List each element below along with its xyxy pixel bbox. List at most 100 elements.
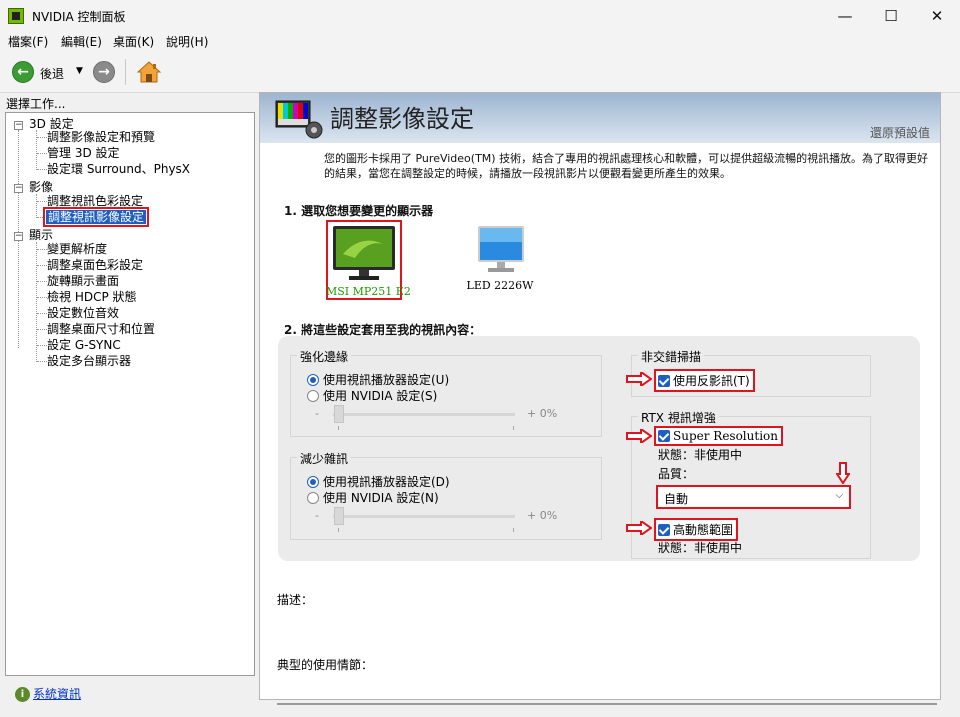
rtx-video-title: RTX 視訊增強 — [638, 409, 719, 426]
noise-use-nvidia-radio[interactable]: 使用 NVIDIA 設定(N) — [307, 489, 439, 506]
tree-line — [36, 130, 37, 170]
title-bar: NVIDIA 控制面板 — ☐ ✕ — [0, 0, 960, 31]
noise-reduction-title: 減少雜訊 — [297, 450, 352, 467]
tree-line — [36, 194, 37, 218]
tree-item-video-color[interactable]: 調整視訊色彩設定 — [47, 194, 143, 208]
settings-area: 強化邊緣 使用視訊播放器設定(U) 使用 NVIDIA 設定(S) - + 0%… — [278, 336, 920, 561]
hdr-checkbox[interactable]: 高動態範圍 — [654, 518, 739, 541]
quality-select[interactable]: 自動 ⌵ — [656, 485, 851, 509]
tree-line — [36, 242, 37, 362]
system-info-icon[interactable]: i — [15, 687, 30, 702]
tree-item-video[interactable]: 影像 — [29, 180, 53, 194]
collapse-toggle-icon[interactable]: − — [14, 121, 23, 130]
red-down-arrow-icon — [836, 462, 850, 484]
description-label: 描述： — [277, 593, 314, 607]
tree-item-video-image[interactable]: 調整視訊影像設定 — [42, 207, 150, 227]
red-arrow-icon — [626, 372, 652, 386]
checkbox-checked-icon — [658, 375, 670, 387]
edge-slider-track[interactable] — [333, 413, 515, 416]
window-title: NVIDIA 控制面板 — [32, 10, 126, 24]
noise-use-player-label: 使用視訊播放器設定(D) — [323, 475, 450, 489]
noise-slider-thumb[interactable] — [334, 507, 344, 525]
system-info-link[interactable]: 系統資訊 — [33, 685, 81, 702]
toolbar: ← 後退 ▼ → — [0, 51, 960, 93]
edge-enhancement-title: 強化邊緣 — [297, 348, 352, 365]
monitor-led-label: LED 2226W — [466, 279, 534, 292]
page-description: 您的圖形卡採用了 PureVideo(TM) 技術，結合了專用的視訊處理核心和軟… — [324, 152, 929, 180]
menu-help[interactable]: 說明(H) — [166, 33, 208, 50]
tree-item-3d-settings[interactable]: 3D 設定 — [29, 117, 74, 131]
main-panel: 調整影像設定 還原預設值 您的圖形卡採用了 PureVideo(TM) 技術，結… — [259, 92, 941, 700]
back-arrow-icon[interactable]: ← — [12, 61, 34, 83]
noise-slider-value: + 0% — [527, 509, 558, 522]
monitor-icon — [333, 226, 395, 280]
inverse-telecine-label: 使用反影訊(T) — [673, 374, 750, 388]
tree-item-manage-3d[interactable]: 管理 3D 設定 — [47, 146, 120, 160]
tree-item-rotate-display[interactable]: 旋轉顯示畫面 — [47, 274, 119, 288]
restore-defaults-link[interactable]: 還原預設值 — [870, 124, 930, 141]
super-resolution-label: Super Resolution — [673, 429, 778, 443]
checkbox-checked-icon — [658, 430, 670, 442]
edge-slider-min: - — [315, 407, 319, 420]
super-resolution-checkbox[interactable]: Super Resolution — [654, 426, 783, 446]
tree-item-change-resolution[interactable]: 變更解析度 — [47, 242, 107, 256]
tree-item-surround-physx[interactable]: 設定環 Surround、PhysX — [47, 162, 190, 176]
tree-item-digital-audio[interactable]: 設定數位音效 — [47, 306, 119, 320]
typical-usage-label: 典型的使用情節： — [277, 658, 374, 672]
video-settings-icon — [275, 100, 323, 139]
edge-use-nvidia-label: 使用 NVIDIA 設定(S) — [323, 389, 438, 403]
radio-checked-icon — [307, 374, 319, 386]
deinterlace-title: 非交錯掃描 — [638, 348, 705, 365]
collapse-toggle-icon[interactable]: − — [14, 184, 23, 193]
close-button[interactable]: ✕ — [914, 0, 960, 31]
checkbox-checked-icon — [658, 524, 670, 536]
noise-slider-min: - — [315, 509, 319, 522]
inverse-telecine-checkbox[interactable]: 使用反影訊(T) — [654, 369, 755, 392]
radio-checked-icon — [307, 476, 319, 488]
red-arrow-icon — [626, 521, 652, 535]
section-select-display: 1. 選取您想要變更的顯示器 — [284, 204, 434, 218]
collapse-toggle-icon[interactable]: − — [14, 232, 23, 241]
task-header: 選擇工作... — [6, 97, 66, 111]
page-title: 調整影像設定 — [330, 105, 474, 133]
task-tree: − 3D 設定 調整影像設定和預覽 管理 3D 設定 設定環 Surround、… — [5, 112, 255, 676]
monitor-icon — [478, 226, 524, 272]
minimize-button[interactable]: — — [822, 0, 868, 31]
page-header: 調整影像設定 還原預設值 — [260, 93, 940, 143]
menu-desktop[interactable]: 桌面(K) — [113, 33, 154, 50]
noise-use-player-radio[interactable]: 使用視訊播放器設定(D) — [307, 473, 450, 490]
tree-item-display[interactable]: 顯示 — [29, 228, 53, 242]
edge-slider-thumb[interactable] — [334, 405, 344, 423]
menu-edit[interactable]: 編輯(E) — [61, 33, 102, 50]
toolbar-separator — [125, 59, 126, 85]
monitor-led[interactable]: LED 2226W — [464, 224, 536, 292]
history-dropdown-icon[interactable]: ▼ — [76, 66, 83, 76]
tree-item-multi-display[interactable]: 設定多台顯示器 — [47, 354, 131, 368]
noise-slider-track[interactable] — [333, 515, 515, 518]
tree-item-desktop-size[interactable]: 調整桌面尺寸和位置 — [47, 322, 155, 336]
quality-label: 品質： — [658, 467, 695, 481]
quality-select-value: 自動 — [664, 492, 689, 506]
tree-item-gsync[interactable]: 設定 G-SYNC — [47, 338, 121, 352]
maximize-button[interactable]: ☐ — [868, 0, 914, 31]
tree-item-desktop-color[interactable]: 調整桌面色彩設定 — [47, 258, 143, 272]
tree-item-image-settings-preview[interactable]: 調整影像設定和預覽 — [47, 130, 155, 144]
monitor-msi-label: MSI MP251 E2 — [326, 285, 411, 298]
hdr-status: 狀態：非使用中 — [658, 541, 743, 555]
forward-arrow-icon[interactable]: → — [93, 61, 115, 83]
home-icon[interactable] — [137, 60, 161, 84]
edge-use-player-radio[interactable]: 使用視訊播放器設定(U) — [307, 371, 449, 388]
radio-unchecked-icon — [307, 492, 319, 504]
monitor-msi[interactable]: MSI MP251 E2 — [326, 220, 411, 300]
menu-bar: 檔案(F) 編輯(E) 桌面(K) 說明(H) — [0, 31, 960, 51]
menu-file[interactable]: 檔案(F) — [8, 33, 48, 50]
tree-item-hdcp-status[interactable]: 檢視 HDCP 狀態 — [47, 290, 137, 304]
edge-use-nvidia-radio[interactable]: 使用 NVIDIA 設定(S) — [307, 387, 437, 404]
nvidia-app-icon — [8, 8, 24, 24]
left-footer: i 系統資訊 — [5, 680, 255, 710]
super-resolution-status: 狀態：非使用中 — [658, 448, 743, 462]
red-arrow-icon — [626, 429, 652, 443]
noise-reduction-group: 減少雜訊 使用視訊播放器設定(D) 使用 NVIDIA 設定(N) - + 0% — [290, 450, 602, 540]
back-button-label[interactable]: 後退 — [40, 65, 64, 82]
horizontal-scrollbar[interactable] — [277, 703, 937, 705]
